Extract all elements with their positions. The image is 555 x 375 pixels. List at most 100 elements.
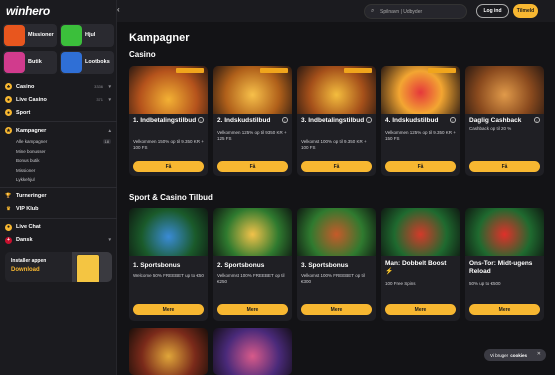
info-icon[interactable]: i (534, 117, 540, 123)
shop-art-icon (4, 52, 25, 73)
info-icon[interactable]: i (450, 117, 456, 123)
card-title: 1. Sportsbonus (133, 262, 181, 269)
casino-icon: ♣ (5, 83, 12, 90)
sub-item-label: Alle kampagner (16, 139, 48, 145)
card-desc: 50% up to €500 (469, 281, 501, 286)
cookie-notice[interactable]: Vi bruger cookies ✕ (484, 349, 546, 361)
promo-card[interactable]: 3. Indbetalingstilbud i Velkomst 100% op… (297, 66, 376, 176)
ribbon-badge (176, 68, 204, 73)
sidebar-item-label: Casino (16, 83, 35, 90)
promo-card[interactable]: Daglig Cashback i Cashback op til 20 % F… (465, 66, 544, 176)
promo-card[interactable]: 4. Indskudstilbud i Velkommen 125% op ti… (381, 66, 460, 176)
sidebar-item-turneringer[interactable]: 🏆 Turneringer (0, 190, 117, 203)
info-icon[interactable]: i (198, 117, 204, 123)
sidebar-item-kampagner[interactable]: ★ Kampagner ▴ (0, 124, 117, 137)
cookie-text: Vi bruger (490, 352, 509, 358)
promo-card-partial[interactable] (213, 328, 292, 375)
tile-lootboks[interactable]: Lootboks (60, 51, 114, 74)
chevron-up-icon[interactable]: ▴ (108, 128, 111, 134)
trophy-icon: 🏆 (5, 193, 12, 199)
treasure-chest-art (465, 66, 544, 114)
card-desc: Cashback op til 20 % (469, 126, 512, 131)
chevron-left-icon[interactable]: ‹ (117, 5, 120, 14)
sidebar-item-label: Sport (16, 109, 31, 116)
sport-promo-card[interactable]: 3. Sportsbonus Velkomst 100% FREEBET op … (297, 208, 376, 321)
topbar: ‹ ⌕ Spilnavn | Udbyder Log ind Tilmeld (117, 0, 555, 22)
card-title: 2. Sportsbonus (217, 262, 265, 269)
login-button[interactable]: Log ind (476, 4, 509, 18)
claim-button[interactable]: Få (217, 161, 288, 172)
card-desc: Velkommen 150% op til 9.350 KR + 100 FS (133, 139, 204, 150)
sub-item-label: Missioner (16, 167, 36, 173)
sub-item-missioner[interactable]: Missioner (0, 166, 117, 176)
more-button[interactable]: Mere (385, 304, 456, 315)
campaign-icon: ★ (5, 127, 12, 134)
sub-item-lykkehjul[interactable]: Lykkehjul (0, 175, 117, 185)
sidebar-item-label: Live Chat (16, 224, 41, 230)
sidebar-item-sport[interactable]: ● Sport (0, 106, 117, 119)
chevron-down-icon[interactable]: ▾ (108, 84, 111, 90)
crown-icon: ♛ (6, 206, 11, 212)
sidebar-nav: ♣ Casino 3336 ▾ ● Live Casino 371 ▾ ● Sp… (0, 80, 117, 247)
search-icon: ⌕ (371, 8, 375, 14)
install-text: Installer appen (11, 258, 47, 264)
download-link[interactable]: Download (11, 267, 40, 273)
sub-item-bonus-butik[interactable]: Bonus butik (0, 156, 117, 166)
item-count: 371 (96, 97, 103, 102)
promo-card-partial[interactable] (129, 328, 208, 375)
tile-butik[interactable]: Butik (3, 51, 57, 74)
info-icon[interactable]: i (366, 117, 372, 123)
claim-button[interactable]: Få (469, 161, 540, 172)
sport-section-title: Sport & Casino Tilbud (129, 193, 213, 202)
sidebar-item-label: Kampagner (16, 127, 47, 134)
more-button[interactable]: Mere (133, 304, 204, 315)
sport-promo-card[interactable]: Ons-Tor: Midt-ugens Reload 50% up to €50… (465, 208, 544, 321)
divider (0, 121, 117, 122)
sidebar-item-label: Live Casino (16, 96, 47, 103)
more-button[interactable]: Mere (217, 304, 288, 315)
sidebar-item-casino[interactable]: ♣ Casino 3336 ▾ (0, 80, 117, 93)
tile-label: Butik (28, 59, 42, 65)
cookie-text-bold: cookies (510, 352, 527, 358)
tile-hjul[interactable]: Hjul (60, 24, 114, 47)
count-badge: 18 (102, 139, 111, 145)
casino-section-title: Casino (129, 50, 156, 59)
tile-label: Missioner (28, 32, 54, 38)
more-button[interactable]: Mere (301, 304, 372, 315)
sidebar-item-live-casino[interactable]: ● Live Casino 371 ▾ (0, 93, 117, 106)
more-button[interactable]: Mere (469, 304, 540, 315)
promo-card[interactable]: 2. Indskudstilbud i Velkommen 125% op ti… (213, 66, 292, 176)
sidebar: winhero Missioner Hjul Butik Lootboks ♣ … (0, 0, 117, 375)
divider (0, 186, 117, 188)
sport-promo-card[interactable]: 2. Sportsbonus Velkommst 100% FREEBET op… (213, 208, 292, 321)
chevron-down-icon[interactable]: ▾ (108, 97, 111, 103)
language-select[interactable]: + Dansk ▾ (0, 234, 117, 247)
card-title: 3. Sportsbonus (301, 262, 349, 269)
football-art (129, 208, 208, 256)
close-icon[interactable]: ✕ (537, 351, 541, 357)
ribbon-badge (260, 68, 288, 73)
winhero-logo[interactable]: winhero (6, 4, 50, 18)
promo-card[interactable]: 1. Indbetalingstilbud i Velkommen 150% o… (129, 66, 208, 176)
claim-button[interactable]: Få (301, 161, 372, 172)
claim-button[interactable]: Få (385, 161, 456, 172)
sidebar-item-vip-klub[interactable]: ♛ VIP Klub (0, 203, 117, 216)
sub-item-mine-bonusser[interactable]: Mine bonusser (0, 147, 117, 157)
prize-wheel-art (381, 66, 460, 114)
tile-missioner[interactable]: Missioner (3, 24, 57, 47)
search-input[interactable]: ⌕ Spilnavn | Udbyder (364, 4, 467, 19)
divider (0, 217, 117, 219)
card-desc: Velkommen 125% op til 9350 KR + 125 FS (217, 130, 287, 141)
info-icon[interactable]: i (282, 117, 288, 123)
sport-promo-card[interactable]: Man: Dobbelt Boost ⚡ 100 Free Spins Mere (381, 208, 460, 321)
card-title: 2. Indskudstilbud (217, 117, 271, 124)
sport-promo-card[interactable]: 1. Sportsbonus Welcome 50% FREEBET up to… (129, 208, 208, 321)
sub-item-alle-kampagner[interactable]: Alle kampagner 18 (0, 137, 117, 147)
card-title: 4. Indskudstilbud (385, 117, 439, 124)
chevron-down-icon[interactable]: ▾ (108, 237, 111, 243)
chat-icon: ● (5, 223, 12, 231)
sidebar-item-live-chat[interactable]: ● Live Chat (0, 221, 117, 234)
claim-button[interactable]: Få (133, 161, 204, 172)
signup-button[interactable]: Tilmeld (513, 4, 538, 18)
install-app-banner[interactable]: Installer appen Download (5, 252, 112, 282)
